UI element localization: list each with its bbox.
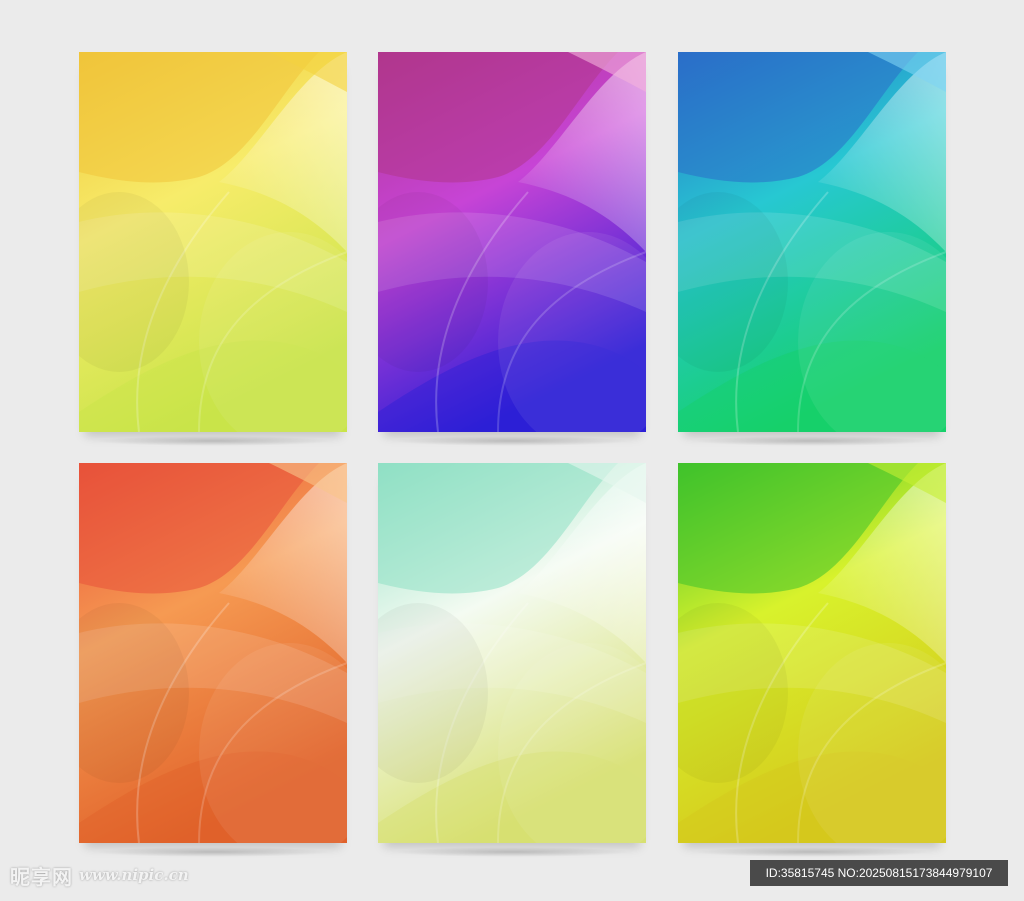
poster-card-blue bbox=[678, 52, 946, 432]
card-shadow bbox=[692, 436, 932, 446]
poster-card-orange bbox=[79, 463, 347, 843]
card-shadow bbox=[93, 847, 333, 857]
watermark-brand: 昵享网 bbox=[10, 864, 73, 889]
image-id-label: ID:35815745 NO:20250815173844979107 bbox=[750, 860, 1008, 886]
card-shadow bbox=[392, 847, 632, 857]
card-shadow bbox=[93, 436, 333, 446]
poster-card-mint bbox=[378, 463, 646, 843]
poster-card-green bbox=[678, 463, 946, 843]
site-watermark: 昵享网 www.nipic.cn bbox=[10, 862, 189, 889]
card-shadow bbox=[392, 436, 632, 446]
poster-card-yellow bbox=[79, 52, 347, 432]
watermark-url: www.nipic.cn bbox=[79, 866, 189, 884]
poster-card-purple bbox=[378, 52, 646, 432]
card-shadow bbox=[692, 847, 932, 857]
